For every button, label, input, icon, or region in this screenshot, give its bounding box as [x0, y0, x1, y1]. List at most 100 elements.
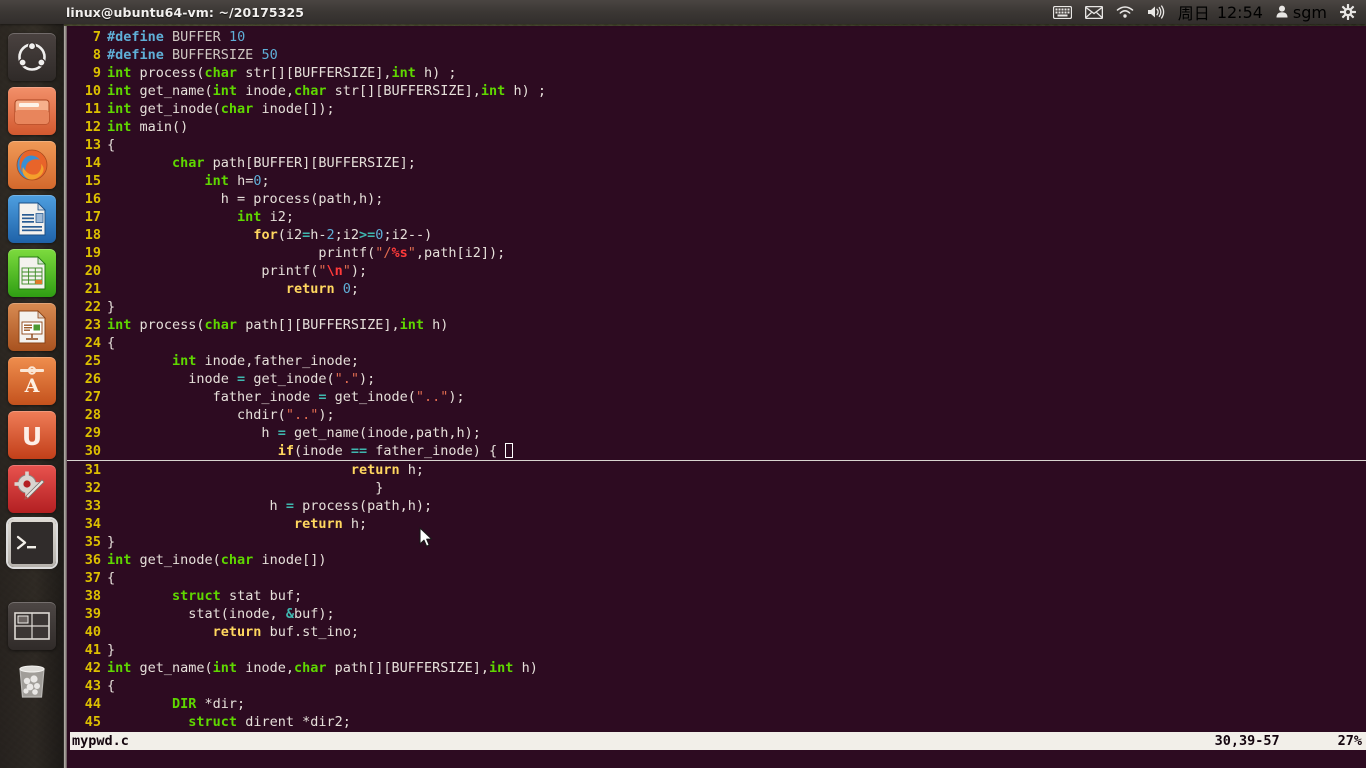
code-line[interactable]: 22}	[67, 298, 1366, 316]
launcher-item-libreoffice-writer[interactable]	[8, 195, 56, 243]
code-line[interactable]: 27 father_inode = get_inode("..");	[67, 388, 1366, 406]
line-number: 28	[84, 407, 101, 423]
code-line-text: int get_inode(char inode[]);	[107, 101, 335, 117]
code-line[interactable]: 13 {	[67, 136, 1366, 154]
clock-time: 12:54	[1216, 2, 1263, 22]
user-icon	[1276, 3, 1288, 22]
launcher-item-libreoffice-impress[interactable]	[8, 303, 56, 351]
terminal-prompt-icon	[16, 535, 36, 550]
launcher-item-workspace-switcher[interactable]	[8, 602, 56, 650]
code-line[interactable]: 28 chdir("..");	[67, 406, 1366, 424]
code-line[interactable]: 32 }	[67, 479, 1366, 497]
code-line[interactable]: 10 int get_name(int inode,char str[][BUFF…	[67, 82, 1366, 100]
software-center-icon: A	[20, 366, 44, 397]
line-number: 40	[84, 624, 101, 640]
code-line[interactable]: 7 #define BUFFER 10	[67, 28, 1366, 46]
line-number: 36	[84, 552, 101, 568]
code-line[interactable]: 45 struct dirent *dir2;	[67, 713, 1366, 731]
line-number: 31	[84, 462, 101, 478]
volume-icon[interactable]	[1147, 5, 1165, 19]
line-number: 38	[84, 588, 101, 604]
line-number: 11	[84, 101, 101, 117]
line-number: 33	[84, 498, 101, 514]
window-title: linux@ubuntu64-vm: ~/20175325	[66, 4, 305, 20]
ubuntu-u-icon: U	[22, 422, 42, 451]
line-number: 15	[84, 173, 101, 189]
code-line[interactable]: 14 char path[BUFFER][BUFFERSIZE];	[67, 154, 1366, 172]
launcher-item-trash[interactable]	[8, 656, 56, 704]
line-number: 41	[84, 642, 101, 658]
gear-icon[interactable]	[1340, 4, 1356, 20]
code-line[interactable]: 37 {	[67, 569, 1366, 587]
code-line[interactable]: 16 h = process(path,h);	[67, 190, 1366, 208]
code-line[interactable]: 42 int get_name(int inode,char path[][BUF…	[67, 659, 1366, 677]
code-line[interactable]: 20 printf("\n");	[67, 262, 1366, 280]
code-line[interactable]: 44 DIR *dir;	[67, 695, 1366, 713]
code-line[interactable]: 23 int process(char path[][BUFFERSIZE],in…	[67, 316, 1366, 334]
code-line-text: if(inode == father_inode) {	[107, 442, 514, 460]
wifi-icon[interactable]	[1116, 5, 1134, 19]
terminal-window[interactable]: 7 #define BUFFER 10 8 #define BUFFERSIZE 50…	[64, 26, 1366, 768]
launcher-item-ubuntu-software[interactable]: A	[8, 357, 56, 405]
code-line[interactable]: 9 int process(char str[][BUFFERSIZE],int …	[67, 64, 1366, 82]
svg-text:A: A	[24, 375, 40, 397]
code-line-text: printf("/%s",path[i2]);	[107, 245, 506, 261]
vim-command-line[interactable]	[70, 750, 1366, 768]
top-panel: linux@ubuntu64-vm: ~/20175325 周日 12:54 s…	[0, 0, 1366, 24]
code-line[interactable]: 30 if(inode == father_inode) {	[67, 442, 1366, 461]
launcher-item-amazon[interactable]: U	[8, 411, 56, 459]
code-line[interactable]: 38 struct stat buf;	[67, 587, 1366, 605]
code-line[interactable]: 18 for(i2=h-2;i2>=0;i2--)	[67, 226, 1366, 244]
code-line-text: h = process(path,h);	[107, 498, 433, 514]
keyboard-icon[interactable]	[1052, 5, 1072, 19]
line-number: 24	[84, 335, 101, 351]
code-line-text: {	[107, 335, 116, 351]
user-menu[interactable]: sgm	[1276, 3, 1327, 22]
terminal-content[interactable]: 7 #define BUFFER 10 8 #define BUFFERSIZE 50…	[67, 26, 1366, 768]
line-number: 23	[84, 317, 101, 333]
line-number: 22	[84, 299, 101, 315]
code-line[interactable]: 11 int get_inode(char inode[]);	[67, 100, 1366, 118]
code-line-text: {	[107, 678, 116, 694]
code-line-text: char path[BUFFER][BUFFERSIZE];	[172, 155, 416, 171]
code-line[interactable]: 12 int main()	[67, 118, 1366, 136]
code-line-text: struct dirent *dir2;	[188, 714, 351, 730]
launcher-item-firefox[interactable]	[8, 141, 56, 189]
code-line[interactable]: 19 printf("/%s",path[i2]);	[67, 244, 1366, 262]
folder-icon	[14, 99, 50, 125]
launcher-item-ubuntu-dash[interactable]	[8, 33, 56, 81]
code-line[interactable]: 17 int i2;	[67, 208, 1366, 226]
code-line[interactable]: 26 inode = get_inode(".");	[67, 370, 1366, 388]
line-number: 44	[84, 696, 101, 712]
launcher-item-terminal[interactable]	[8, 519, 56, 567]
code-line-text: int get_inode(char inode[])	[107, 552, 327, 568]
code-line-text: int process(char str[][BUFFERSIZE],int h…	[107, 65, 457, 81]
code-line[interactable]: 29 h = get_name(inode,path,h);	[67, 424, 1366, 442]
launcher-item-system-settings[interactable]	[8, 465, 56, 513]
workspace-switcher-icon	[14, 612, 50, 640]
code-line[interactable]: 34 return h;	[67, 515, 1366, 533]
code-line[interactable]: 41}	[67, 641, 1366, 659]
code-line[interactable]: 35}	[67, 533, 1366, 551]
code-line-text: struct stat buf;	[172, 588, 303, 604]
code-line[interactable]: 21 return 0;	[67, 280, 1366, 298]
launcher-item-files[interactable]	[8, 87, 56, 135]
line-number: 45	[84, 714, 101, 730]
mail-icon[interactable]	[1084, 5, 1103, 19]
clock[interactable]: 周日 12:54	[1178, 0, 1263, 24]
code-line[interactable]: 36 int get_inode(char inode[])	[67, 551, 1366, 569]
code-line[interactable]: 40 return buf.st_ino;	[67, 623, 1366, 641]
vim-code-area[interactable]: 7 #define BUFFER 10 8 #define BUFFERSIZE 50…	[67, 28, 1366, 731]
code-line[interactable]: 31 return h;	[67, 461, 1366, 479]
code-line[interactable]: 15 int h=0;	[67, 172, 1366, 190]
code-line[interactable]: 43 {	[67, 677, 1366, 695]
launcher-item-libreoffice-calc[interactable]	[8, 249, 56, 297]
code-line[interactable]: 39 stat(inode, &buf);	[67, 605, 1366, 623]
code-line[interactable]: 25 int inode,father_inode;	[67, 352, 1366, 370]
code-line[interactable]: 24 {	[67, 334, 1366, 352]
line-number: 34	[84, 516, 101, 532]
code-line[interactable]: 33 h = process(path,h);	[67, 497, 1366, 515]
code-line-text: inode = get_inode(".");	[107, 371, 376, 387]
code-line-text: #define BUFFER 10	[107, 29, 246, 45]
code-line[interactable]: 8 #define BUFFERSIZE 50	[67, 46, 1366, 64]
